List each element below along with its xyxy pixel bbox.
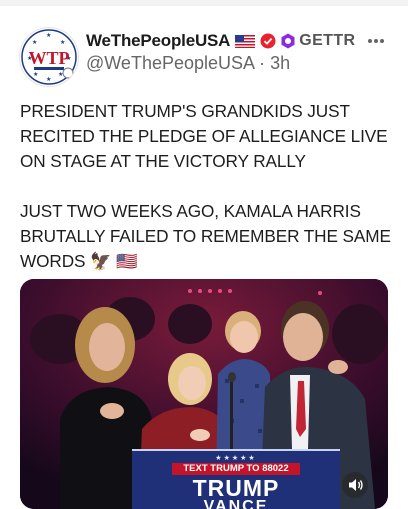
svg-text:★: ★ [32, 39, 37, 46]
timestamp[interactable]: 3h [270, 53, 290, 73]
verified-badge-icon [260, 33, 276, 49]
sign-banner: TEXT TRUMP TO 88022 [172, 463, 300, 475]
sign-stars: ★★★★★ [215, 455, 257, 462]
speaker-icon[interactable] [342, 472, 368, 498]
separator: · [259, 53, 266, 73]
display-name[interactable]: WeThePeopleUSA [86, 31, 230, 51]
video-thumbnail[interactable]: ★★★★★ TEXT TRUMP TO 88022 TRUMP VANCE [20, 279, 388, 509]
post-body: PRESIDENT TRUMP'S GRANDKIDS JUST RECITED… [20, 99, 392, 274]
podium-sign: ★★★★★ TEXT TRUMP TO 88022 TRUMP VANCE [132, 449, 340, 509]
us-flag-icon [235, 34, 256, 48]
avatar-logo-text: WTP [28, 48, 69, 68]
svg-text:★: ★ [33, 71, 38, 78]
wtp-logo: ★ ★ ★ ★ ★ ★ ★★ WTP [21, 29, 77, 85]
handle-line: @WeThePeopleUSA · 3h [86, 53, 290, 74]
post-paragraph: PRESIDENT TRUMP'S GRANDKIDS JUST RECITED… [20, 101, 388, 171]
more-options-icon[interactable] [368, 30, 390, 44]
svg-text:★: ★ [46, 76, 51, 83]
top-divider [0, 0, 408, 6]
post-paragraph: JUST TWO WEEKS AGO, KAMALA HARRIS BRUTAL… [20, 201, 391, 271]
gettr-logo-icon [280, 33, 296, 49]
author-row: WeThePeopleUSA GETTR [86, 30, 355, 52]
handle[interactable]: @WeThePeopleUSA [86, 53, 254, 73]
svg-text:★: ★ [60, 39, 65, 46]
svg-text:★: ★ [58, 71, 63, 78]
platform-label: GETTR [299, 32, 356, 49]
svg-text:★: ★ [46, 32, 51, 39]
avatar[interactable]: ★ ★ ★ ★ ★ ★ ★ ★ WTP [19, 27, 79, 87]
